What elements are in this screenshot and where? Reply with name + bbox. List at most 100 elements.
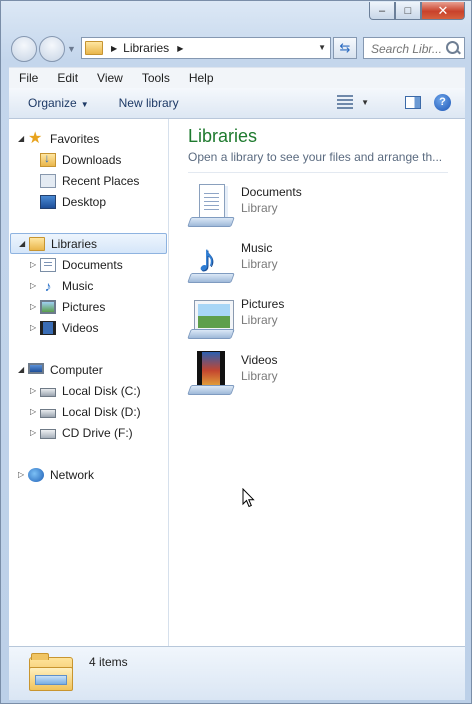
chevron-down-icon: ▼: [80, 100, 89, 109]
back-button[interactable]: [11, 36, 37, 62]
computer-icon: [28, 363, 44, 374]
recent-places-icon: [40, 173, 56, 188]
expand-arrow-icon[interactable]: ◢: [18, 365, 28, 374]
forward-button[interactable]: [39, 36, 65, 62]
documents-icon: [40, 257, 56, 272]
change-view-button[interactable]: ▼: [337, 95, 369, 109]
address-bar[interactable]: ▶ Libraries ▶ ▼: [81, 37, 331, 59]
nav-favorites-label: Favorites: [50, 131, 100, 146]
new-library-button[interactable]: New library: [119, 96, 179, 110]
libraries-folder-icon: [29, 653, 73, 691]
nav-local-disk-c[interactable]: ▷ Local Disk (C:): [30, 381, 141, 400]
library-item-videos[interactable]: Videos Library: [187, 349, 447, 399]
menu-view[interactable]: View: [87, 71, 132, 85]
close-button[interactable]: ✕: [421, 2, 465, 20]
command-bar: Organize ▼ New library ▼ ?: [9, 88, 465, 119]
library-name: Documents: [241, 185, 302, 199]
details-pane: 4 items: [9, 646, 465, 700]
network-icon: [28, 467, 44, 482]
expand-arrow-icon[interactable]: ▷: [18, 470, 28, 479]
documents-library-icon: [187, 181, 235, 229]
nav-libraries-label: Libraries: [51, 236, 98, 251]
recent-pages-dropdown-icon[interactable]: ▼: [67, 44, 76, 54]
nav-downloads[interactable]: Downloads: [40, 150, 121, 169]
nav-local-disk-d-label: Local Disk (D:): [62, 404, 141, 419]
videos-library-icon: [187, 349, 235, 397]
chevron-down-icon: ▼: [361, 97, 369, 107]
navigation-pane: ◢ ★ Favorites Downloads Recent Places De…: [9, 119, 169, 646]
library-name: Pictures: [241, 297, 285, 311]
help-button[interactable]: ?: [434, 94, 451, 111]
view-details-icon: [337, 95, 354, 109]
maximize-button[interactable]: □: [395, 2, 421, 20]
nav-music-label: Music: [62, 278, 94, 293]
music-icon: ♪: [44, 277, 52, 294]
address-history-dropdown-icon[interactable]: ▼: [318, 43, 326, 52]
nav-pictures-label: Pictures: [62, 299, 106, 314]
expand-arrow-icon[interactable]: ▷: [30, 323, 40, 332]
nav-network-label: Network: [50, 467, 95, 482]
nav-recent-places-label: Recent Places: [62, 173, 140, 188]
expand-arrow-icon[interactable]: ▷: [30, 428, 40, 437]
desktop-icon: [40, 194, 56, 209]
nav-computer-label: Computer: [50, 362, 103, 377]
expand-arrow-icon[interactable]: ▷: [30, 302, 40, 311]
search-icon[interactable]: [446, 41, 459, 54]
nav-network[interactable]: ▷ Network: [18, 465, 94, 484]
nav-cd-drive-f[interactable]: ▷ CD Drive (F:): [30, 423, 133, 442]
menu-tools[interactable]: Tools: [132, 71, 179, 85]
breadcrumb-libraries[interactable]: Libraries: [123, 41, 169, 55]
downloads-icon: [40, 151, 56, 167]
minimize-button[interactable]: –: [369, 2, 395, 20]
preview-pane-button[interactable]: [405, 96, 421, 109]
nav-computer[interactable]: ◢ Computer: [18, 360, 103, 379]
nav-desktop[interactable]: Desktop: [40, 192, 106, 211]
hard-disk-icon: [40, 388, 56, 397]
menu-file[interactable]: File: [9, 71, 47, 85]
nav-local-disk-d[interactable]: ▷ Local Disk (D:): [30, 402, 141, 421]
content-pane: Libraries Open a library to see your fil…: [169, 119, 465, 646]
organize-label: Organize: [28, 96, 77, 110]
library-item-music[interactable]: ♪ Music Library: [187, 237, 447, 287]
page-subtitle: Open a library to see your files and arr…: [188, 150, 443, 164]
breadcrumb-arrow-icon[interactable]: ▶: [111, 44, 117, 53]
expand-arrow-icon[interactable]: ▷: [30, 281, 40, 290]
library-type: Library: [241, 313, 278, 327]
music-library-icon: ♪: [187, 237, 235, 285]
divider: [188, 172, 448, 173]
menu-bar: File Edit View Tools Help: [9, 67, 465, 88]
expand-arrow-icon[interactable]: ▷: [30, 386, 40, 395]
libraries-folder-icon: [85, 41, 103, 55]
library-item-pictures[interactable]: Pictures Library: [187, 293, 447, 343]
nav-libraries[interactable]: ◢ Libraries: [10, 233, 167, 254]
expand-arrow-icon[interactable]: ▷: [30, 260, 40, 269]
menu-help[interactable]: Help: [179, 71, 223, 85]
nav-favorites[interactable]: ◢ ★ Favorites: [18, 129, 99, 148]
library-type: Library: [241, 369, 278, 383]
expand-arrow-icon[interactable]: ◢: [18, 134, 28, 143]
nav-videos[interactable]: ▷ Videos: [30, 318, 98, 337]
search-input[interactable]: [369, 41, 453, 57]
star-icon: ★: [28, 129, 43, 147]
nav-recent-places[interactable]: Recent Places: [40, 171, 139, 190]
mouse-cursor-icon: [242, 488, 255, 508]
nav-cd-drive-f-label: CD Drive (F:): [62, 425, 133, 440]
nav-pictures[interactable]: ▷ Pictures: [30, 297, 105, 316]
search-box[interactable]: [363, 37, 465, 59]
window-caption-buttons: – □ ✕: [369, 2, 465, 20]
library-item-documents[interactable]: Documents Library: [187, 181, 447, 231]
organize-button[interactable]: Organize ▼: [28, 96, 89, 110]
menu-edit[interactable]: Edit: [47, 71, 87, 85]
expand-arrow-icon[interactable]: ▷: [30, 407, 40, 416]
nav-downloads-label: Downloads: [62, 152, 122, 167]
hard-disk-icon: [40, 409, 56, 418]
library-type: Library: [241, 257, 278, 271]
expand-arrow-icon[interactable]: ◢: [19, 239, 29, 248]
breadcrumb-arrow-icon[interactable]: ▶: [177, 44, 183, 53]
nav-documents[interactable]: ▷ Documents: [30, 255, 123, 274]
library-name: Music: [241, 241, 273, 255]
refresh-button[interactable]: ⇆: [333, 37, 357, 59]
explorer-window: – □ ✕ ▼ ▶ Libraries ▶ ▼ ⇆ File Edit View…: [0, 0, 472, 704]
nav-music[interactable]: ▷ ♪ Music: [30, 276, 93, 295]
nav-documents-label: Documents: [62, 257, 123, 272]
